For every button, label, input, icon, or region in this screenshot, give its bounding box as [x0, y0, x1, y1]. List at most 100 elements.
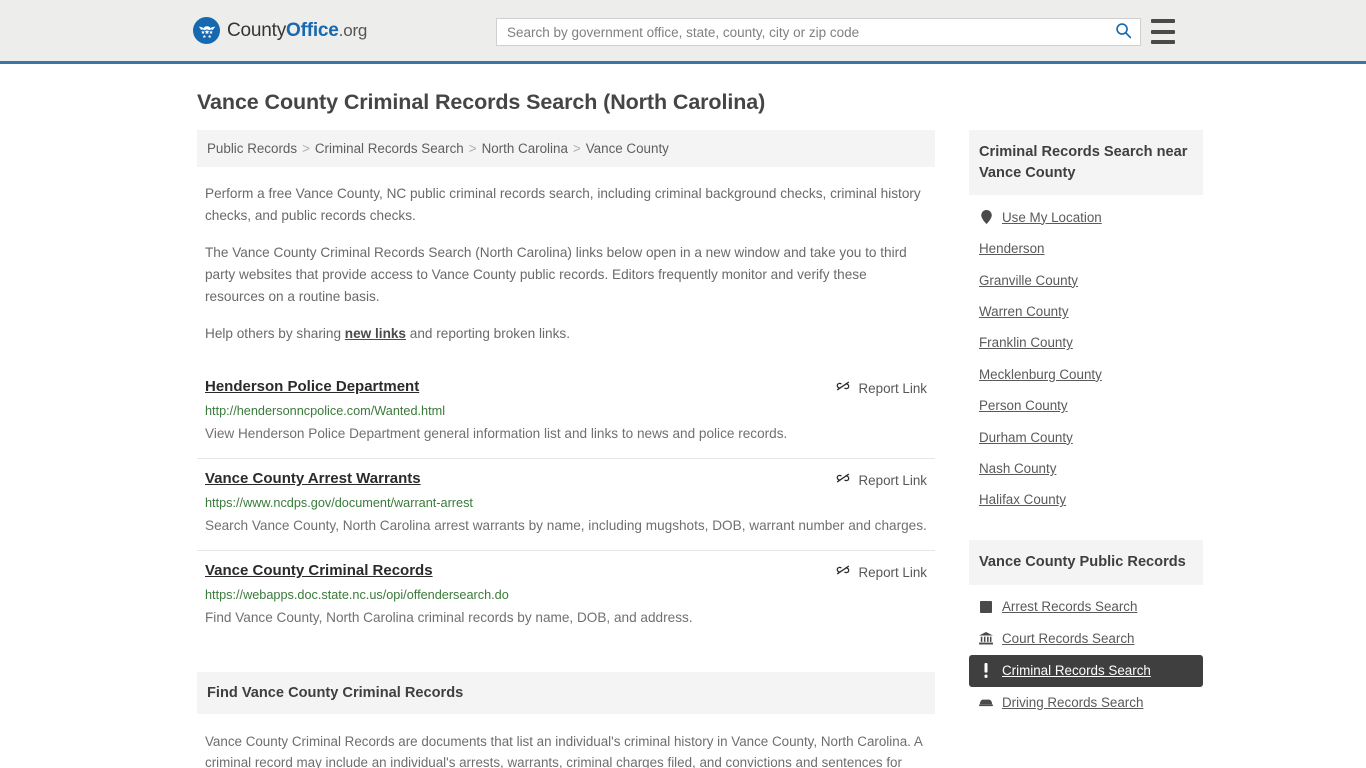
courthouse-icon [979, 632, 993, 646]
report-link-label: Report Link [858, 564, 927, 580]
intro-p3-after: and reporting broken links. [406, 326, 570, 342]
sidebar-item-label: Halifax County [979, 492, 1067, 508]
resource-description: Search Vance County, North Carolina arre… [205, 517, 927, 533]
public-records-list: Arrest Records Search Court Records Sear… [969, 585, 1203, 719]
report-link-button[interactable]: Report Link [835, 377, 927, 399]
sidebar-item-label: Driving Records Search [1002, 694, 1144, 710]
search-bar[interactable] [496, 18, 1141, 46]
exclamation-icon [979, 663, 993, 678]
intro-text: Perform a free Vance County, NC public c… [197, 183, 935, 345]
nearby-searches-heading: Criminal Records Search near Vance Count… [969, 129, 1203, 196]
sidebar-item-nash-county[interactable]: Nash County [969, 453, 1203, 484]
new-links-link[interactable]: new links [345, 326, 406, 341]
menu-bar-2 [1151, 29, 1175, 34]
sidebar-item-mecklenburg-county[interactable]: Mecklenburg County [969, 359, 1203, 390]
breadcrumb-item-criminal-records-search[interactable]: Criminal Records Search [315, 141, 464, 156]
resource-description: View Henderson Police Department general… [205, 426, 788, 442]
breadcrumb-item-vance-county[interactable]: Vance County [586, 141, 669, 156]
sidebar-item-franklin-county[interactable]: Franklin County [969, 327, 1203, 358]
breadcrumb-item-public-records[interactable]: Public Records [207, 141, 297, 156]
report-link-label: Report Link [858, 473, 927, 489]
sidebar-item-label: Court Records Search [1002, 630, 1135, 646]
sidebar-item-label: Warren County [979, 304, 1069, 320]
brand-text: CountyOffice.org [227, 20, 367, 42]
nearby-searches-panel: Criminal Records Search near Vance Count… [969, 129, 1203, 516]
resource-url: http://hendersonncpolice.com/Wanted.html [205, 404, 446, 419]
report-link-button[interactable]: Report Link [835, 561, 927, 583]
brand-part-county: County [227, 19, 287, 41]
broken-link-icon [835, 378, 851, 399]
public-records-heading: Vance County Public Records [969, 539, 1203, 585]
site-header: CountyOffice.org [0, 0, 1366, 64]
resource-title-link[interactable]: Henderson Police Department [205, 377, 419, 397]
intro-paragraph-3: Help others by sharing new links and rep… [197, 323, 935, 345]
sidebar-item-use-my-location[interactable]: Use My Location [969, 201, 1203, 233]
page-body: Vance County Criminal Records Search (No… [0, 90, 1366, 768]
breadcrumb-separator: > [468, 140, 477, 156]
intro-paragraph-2: The Vance County Criminal Records Search… [205, 245, 907, 305]
brand-part-office: Office [286, 19, 339, 41]
resource-link-list: Henderson Police Department Report Link [197, 367, 935, 641]
eagle-stars-logo-icon [193, 17, 220, 44]
brand-part-tld: .org [338, 20, 368, 40]
sidebar-item-criminal-records-search[interactable]: Criminal Records Search [969, 654, 1203, 687]
resource-url: https://www.ncdps.gov/document/warrant-a… [205, 496, 473, 511]
report-link-button[interactable]: Report Link [835, 469, 927, 491]
link-header: Henderson Police Department Report Link [205, 377, 927, 399]
car-icon [979, 696, 993, 710]
breadcrumb-item-north-carolina[interactable]: North Carolina [482, 141, 568, 156]
find-records-section: Find Vance County Criminal Records Vance… [197, 671, 935, 768]
map-pin-icon [979, 210, 993, 225]
sidebar-item-label: Franklin County [979, 335, 1073, 351]
sidebar-item-granville-county[interactable]: Granville County [969, 265, 1203, 296]
sidebar-item-label: Nash County [979, 461, 1057, 477]
find-records-body: Vance County Criminal Records are docume… [197, 731, 935, 768]
sidebar-item-henderson[interactable]: Henderson [969, 233, 1203, 264]
page-title: Vance County Criminal Records Search (No… [197, 90, 766, 114]
menu-bar-3 [1151, 40, 1175, 44]
breadcrumb-separator: > [302, 140, 310, 156]
menu-bar-1 [1151, 19, 1175, 23]
link-header: Vance County Criminal Records Report Lin… [205, 561, 927, 583]
sidebar-item-label: Henderson [979, 241, 1045, 257]
main-column: Public Records > Criminal Records Search > N… [197, 129, 935, 768]
public-records-panel: Vance County Public Records Arrest Recor… [969, 539, 1203, 719]
resource-title-link[interactable]: Vance County Arrest Warrants [205, 469, 421, 489]
link-header: Vance County Arrest Warrants Report Link [205, 469, 927, 491]
sidebar-item-label: Durham County [979, 429, 1073, 445]
intro-paragraph-1: Perform a free Vance County, NC public c… [205, 186, 921, 224]
sidebar-item-arrest-records-search[interactable]: Arrest Records Search [969, 591, 1203, 623]
site-logo[interactable]: CountyOffice.org [193, 17, 367, 44]
fingerprint-icon [979, 600, 993, 614]
sidebar-item-warren-county[interactable]: Warren County [969, 296, 1203, 327]
sidebar-item-person-county[interactable]: Person County [969, 390, 1203, 421]
sidebar-item-halifax-county[interactable]: Halifax County [969, 484, 1203, 515]
hamburger-menu-icon[interactable] [1151, 19, 1175, 44]
list-item: Vance County Arrest Warrants Report Link [197, 458, 935, 550]
search-icon [1115, 22, 1132, 42]
sidebar-item-durham-county[interactable]: Durham County [969, 422, 1203, 453]
find-records-heading: Find Vance County Criminal Records [197, 671, 935, 714]
resource-title-link[interactable]: Vance County Criminal Records [205, 561, 433, 581]
search-input[interactable] [497, 19, 1106, 45]
broken-link-icon [835, 562, 851, 583]
sidebar-item-label: Criminal Records Search [1002, 662, 1151, 678]
list-item: Vance County Criminal Records Report Lin… [197, 549, 935, 642]
sidebar-item-label: Granville County [979, 272, 1078, 288]
breadcrumb: Public Records > Criminal Records Search > N… [197, 129, 935, 168]
find-records-paragraph: Vance County Criminal Records are docume… [205, 733, 923, 768]
content-columns: Public Records > Criminal Records Search > N… [197, 129, 1203, 768]
resource-url: https://webapps.doc.state.nc.us/opi/offe… [205, 587, 509, 602]
sidebar-item-label: Use My Location [1002, 209, 1102, 225]
resource-description: Find Vance County, North Carolina crimin… [205, 609, 693, 625]
sidebar-item-driving-records-search[interactable]: Driving Records Search [969, 687, 1203, 719]
sidebar-item-court-records-search[interactable]: Court Records Search [969, 623, 1203, 655]
search-button[interactable] [1106, 19, 1140, 45]
sidebar: Criminal Records Search near Vance Count… [969, 129, 1203, 725]
sidebar-item-label: Person County [979, 398, 1068, 414]
breadcrumb-separator: > [572, 140, 581, 156]
nearby-searches-list: Use My Location Henderson Granville Coun… [969, 195, 1203, 516]
broken-link-icon [835, 470, 851, 491]
sidebar-item-label: Arrest Records Search [1002, 598, 1138, 614]
report-link-label: Report Link [858, 381, 927, 397]
